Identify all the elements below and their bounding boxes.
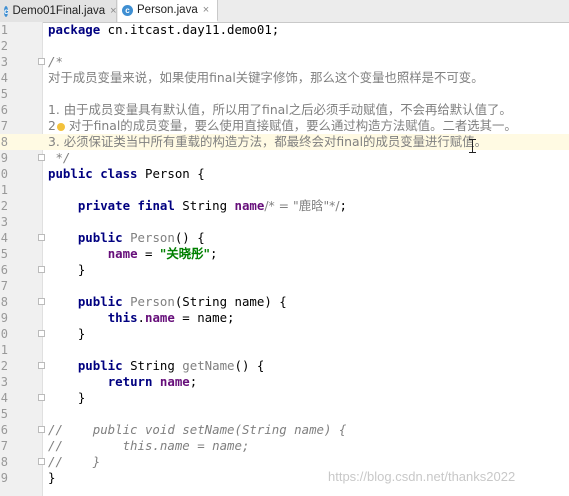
- code-line: 9 */: [0, 150, 71, 165]
- close-icon[interactable]: ×: [203, 4, 209, 16]
- line-comment: // }: [48, 454, 101, 469]
- close-brace: }: [77, 326, 86, 341]
- comment-text: 3. 必须保证类当中所有重载的构造方法，都最终会对final的成员变量进行赋值。: [48, 134, 487, 149]
- semicolon: ;: [339, 198, 348, 213]
- code-editor[interactable]: 1 package cn.itcast.day11.demo01; 2 3 /*…: [0, 22, 569, 486]
- fold-icon[interactable]: [38, 234, 45, 241]
- package-name: cn.itcast.day11.demo01;: [100, 22, 280, 37]
- fold-icon[interactable]: [38, 426, 45, 433]
- semicolon: ;: [189, 374, 198, 389]
- close-brace: }: [77, 390, 86, 405]
- assignment: = name;: [174, 310, 235, 325]
- code-line: 7 // this.name = name;: [0, 438, 250, 453]
- fold-icon[interactable]: [38, 458, 45, 465]
- code-line: 1: [0, 343, 8, 357]
- watermark: https://blog.csdn.net/thanks2022: [328, 469, 516, 484]
- type: String: [122, 358, 183, 373]
- comment-text: 对于成员变量来说，如果使用final关键字修饰，那么这个变量也照样是不可变。: [48, 70, 484, 85]
- code-line: 3 /*: [0, 54, 63, 69]
- dot: .: [137, 310, 145, 325]
- code-line: 2 private final String name/* = "鹿晗"*/;: [0, 198, 348, 213]
- code-line: 5 name = "关晓彤";: [0, 246, 218, 261]
- keyword: public: [77, 358, 123, 373]
- comment-close: */: [48, 150, 71, 165]
- keyword: package: [48, 22, 101, 37]
- code-line: 6 1. 由于成员变量具有默认值，所以用了final之后必须手动赋值，不会再给默…: [0, 102, 512, 117]
- line-comment: // this.name = name;: [48, 438, 250, 453]
- fold-icon[interactable]: [38, 330, 45, 337]
- comment-text: 2: [48, 118, 56, 133]
- type: String: [174, 198, 235, 213]
- semicolon: ;: [210, 246, 218, 261]
- editor-tab-bar: c Demo01Final.java × c Person.java ×: [0, 0, 569, 23]
- code-line: 2 public String getName() {: [0, 358, 265, 373]
- code-line: 4 public Person() {: [0, 230, 205, 245]
- fold-icon[interactable]: [38, 58, 45, 65]
- operator: =: [137, 246, 160, 261]
- line-comment: // public void setName(String name) {: [48, 422, 347, 437]
- code-line: 2: [0, 39, 8, 53]
- code-line: 1 package cn.itcast.day11.demo01;: [0, 22, 280, 37]
- fold-icon[interactable]: [38, 298, 45, 305]
- code-line: 8 // }: [0, 454, 101, 469]
- method-name: getName: [182, 358, 235, 373]
- tab-person[interactable]: c Person.java ×: [118, 0, 218, 22]
- code-line: 8 public Person(String name) {: [0, 294, 287, 309]
- code-line: 1: [0, 183, 8, 197]
- code-line: 7 2 对于final的成员变量，要么使用直接赋值，要么通过构造方法赋值。二者选…: [0, 118, 517, 133]
- current-line: 8 3. 必须保证类当中所有重载的构造方法，都最终会对final的成员变量进行赋…: [0, 134, 569, 150]
- code-line: 4 对于成员变量来说，如果使用final关键字修饰，那么这个变量也照样是不可变。: [0, 70, 484, 85]
- fold-icon[interactable]: [38, 394, 45, 401]
- close-brace: }: [48, 470, 56, 485]
- close-icon[interactable]: ×: [110, 5, 116, 17]
- code-line: 5: [0, 407, 8, 421]
- keyword: public: [77, 230, 123, 245]
- keyword: public class: [48, 166, 138, 181]
- code-line: 3 return name;: [0, 374, 198, 389]
- constructor-name: Person: [122, 230, 175, 245]
- keyword: public: [77, 294, 123, 309]
- keyword: private final: [77, 198, 175, 213]
- keyword: this: [107, 310, 138, 325]
- fold-icon[interactable]: [38, 362, 45, 369]
- code-line: 5: [0, 87, 8, 101]
- tab-label: Person.java: [137, 4, 198, 16]
- code-line: 7: [0, 279, 8, 293]
- params: (String name) {: [174, 294, 287, 309]
- params: () {: [234, 358, 265, 373]
- code-line: 6 }: [0, 262, 86, 277]
- fold-icon[interactable]: [38, 154, 45, 161]
- java-class-icon: c: [4, 5, 9, 17]
- lightbulb-icon[interactable]: [56, 122, 65, 131]
- field-name: name: [145, 310, 175, 325]
- code-line: 4 }: [0, 390, 86, 405]
- constructor-name: Person: [122, 294, 175, 309]
- fold-icon[interactable]: [38, 266, 45, 273]
- inline-comment: /* = "鹿晗"*/: [264, 198, 340, 213]
- code-line: 9 this.name = name;: [0, 310, 235, 325]
- code-line: 3: [0, 215, 8, 229]
- field-name: name: [152, 374, 190, 389]
- code-line: 0 }: [0, 326, 86, 341]
- keyword: return: [107, 374, 153, 389]
- tab-label: Demo01Final.java: [12, 5, 106, 17]
- comment-text: 1. 由于成员变量具有默认值，所以用了final之后必须手动赋值，不会再给默认值…: [48, 102, 512, 117]
- comment-text: 对于final的成员变量，要么使用直接赋值，要么通过构造方法赋值。二者选其一。: [64, 118, 517, 133]
- code-line: 6 // public void setName(String name) {: [0, 422, 347, 437]
- params: () {: [174, 230, 205, 245]
- class-declaration: Person {: [137, 166, 205, 181]
- comment-open: /*: [48, 54, 63, 69]
- field-name: name: [234, 198, 265, 213]
- code-line: 0 public class Person {: [0, 166, 205, 181]
- field-name: name: [107, 246, 138, 261]
- text-cursor-icon: [469, 139, 476, 153]
- close-brace: }: [77, 262, 86, 277]
- tab-demo01final[interactable]: c Demo01Final.java ×: [0, 0, 117, 22]
- string-literal: "关晓彤": [159, 246, 211, 261]
- java-class-icon: c: [122, 4, 133, 16]
